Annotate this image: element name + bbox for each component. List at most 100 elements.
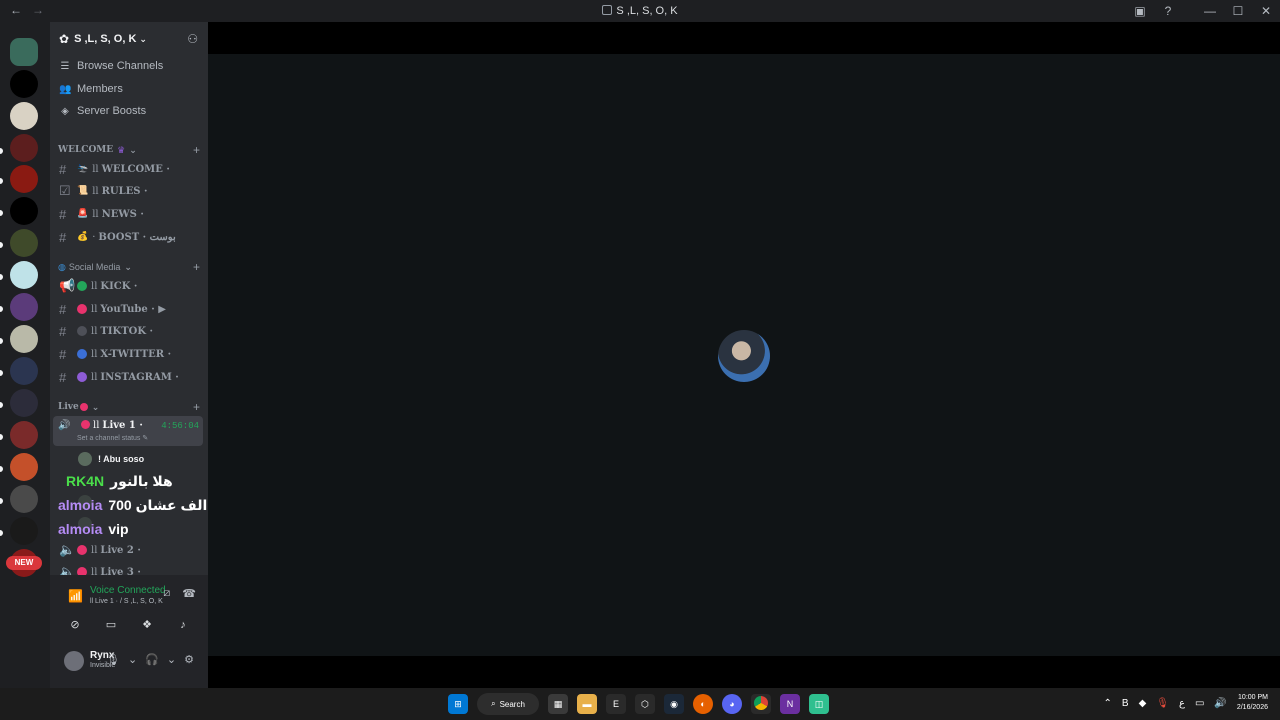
hash-icon: #: [59, 161, 67, 177]
channel-boost[interactable]: # 💰 · BOOST · بوست: [59, 228, 201, 246]
server-icon-13[interactable]: [10, 421, 38, 449]
channel-welcome[interactable]: # 🛬 ll WELCOME ·: [59, 160, 201, 178]
server-icon-6[interactable]: [10, 197, 38, 225]
category-social-media[interactable]: ◍ Social Media ⌄ +: [58, 260, 200, 274]
channel-tiktok[interactable]: # ll TIKTOK ·: [59, 322, 201, 340]
add-channel-icon[interactable]: +: [193, 260, 200, 274]
maximize-button[interactable]: ☐: [1224, 4, 1252, 18]
help-icon[interactable]: ?: [1154, 4, 1182, 18]
disconnect-icon[interactable]: ☎: [182, 587, 196, 600]
volume-icon[interactable]: 🔊: [1214, 698, 1226, 709]
server-icon-16[interactable]: [10, 517, 38, 545]
channel-emoji-icon: 🚨: [77, 209, 89, 219]
display-icon[interactable]: ▭: [1195, 698, 1204, 709]
gear-icon[interactable]: ⚙: [184, 653, 194, 666]
pencil-icon: ✎: [142, 435, 149, 442]
steam-icon[interactable]: ◉: [664, 694, 684, 714]
channel-instagram[interactable]: # ll INSTAGRAM ·: [59, 368, 201, 386]
inbox-icon[interactable]: ▣: [1126, 4, 1154, 18]
participant-avatar[interactable]: [718, 330, 770, 382]
channel-sidebar: ✿ S ,L, S, O, K ⌄ ⚇ ☰ Browse Channels 👥 …: [50, 22, 208, 688]
channel-kick[interactable]: 📢 ll KICK ·: [59, 277, 201, 295]
server-icon-4[interactable]: [10, 134, 38, 162]
screen-share-button[interactable]: ▭: [96, 615, 126, 635]
server-icon-12[interactable]: [10, 389, 38, 417]
clock[interactable]: 10:00 PM 2/16/2026: [1237, 693, 1268, 713]
boost-icon: ◈: [61, 105, 69, 117]
epic-games-icon[interactable]: E: [606, 694, 626, 714]
channel-emoji-icon: 💰: [77, 232, 89, 242]
windows-start-icon[interactable]: ⊞: [448, 694, 468, 714]
server-icon-8[interactable]: [10, 261, 38, 289]
voice-channel-live-1[interactable]: 🔊 ll Live 1 · 4:56:04 Set a channel statu…: [53, 416, 203, 446]
category-live[interactable]: Live ⌄ +: [58, 400, 200, 414]
server-boosts-item[interactable]: ◈ Server Boosts: [59, 102, 146, 120]
channel-youtube[interactable]: # ll YouTube · ▶: [59, 300, 201, 318]
voice-connected-title[interactable]: Voice Connected: [90, 585, 166, 596]
browse-channels-item[interactable]: ☰ Browse Channels: [59, 57, 164, 75]
firefox-icon[interactable]: ◐: [693, 694, 713, 714]
members-item[interactable]: 👥 Members: [59, 80, 123, 98]
invite-people-icon[interactable]: ⚇: [187, 32, 198, 46]
chevron-up-icon[interactable]: ⌃: [1104, 698, 1112, 709]
soundboard-button[interactable]: ♪: [168, 615, 198, 635]
chevron-down-icon[interactable]: ⌄: [128, 653, 137, 666]
server-icon-14[interactable]: [10, 453, 38, 481]
server-icon-9[interactable]: [10, 293, 38, 321]
hash-icon: #: [59, 369, 67, 385]
channel-rules[interactable]: ☑ 📜 ll RULES ·: [59, 182, 201, 200]
channel-label: INSTAGRAM ·: [100, 371, 179, 383]
chrome-icon[interactable]: [751, 694, 771, 714]
signal-icon[interactable]: 📶: [68, 589, 83, 603]
camera-off-button[interactable]: ⊘: [60, 615, 90, 635]
status-dot: [77, 545, 87, 555]
category-welcome[interactable]: WELCOME ♛ ⌄ +: [58, 143, 200, 157]
server-icon-3[interactable]: [10, 102, 38, 130]
headphones-icon[interactable]: 🎧: [145, 653, 159, 666]
unread-pill: [0, 338, 3, 344]
b-app-icon[interactable]: B: [1122, 698, 1129, 709]
unread-pill: [0, 498, 3, 504]
voice-member[interactable]: ! Abu soso: [78, 451, 144, 467]
server-icon-5[interactable]: [10, 165, 38, 193]
server-icon-10[interactable]: [10, 325, 38, 353]
language-indicator[interactable]: ع: [1179, 698, 1185, 709]
taskbar-search[interactable]: ⌕ Search: [477, 693, 539, 715]
server-icon-home[interactable]: [10, 38, 38, 66]
channel-emoji-icon: 📜: [77, 186, 89, 196]
channel-status[interactable]: Set a channel status ✎: [77, 434, 148, 442]
channel-label: KICK ·: [100, 280, 138, 292]
microphone-icon[interactable]: 🎙: [1156, 698, 1169, 709]
channel-prefix: ·: [92, 231, 96, 243]
server-icon-15[interactable]: [10, 485, 38, 513]
overlay-chat-line: RK4N هلا بالنور: [66, 473, 173, 490]
server-header[interactable]: ✿ S ,L, S, O, K ⌄ ⚇: [50, 22, 208, 56]
close-button[interactable]: ✕: [1252, 4, 1280, 18]
channel-live-2[interactable]: 🔈 ll Live 2 ·: [59, 541, 201, 559]
add-channel-icon[interactable]: +: [193, 143, 200, 157]
chevron-down-icon[interactable]: ⌄: [167, 653, 176, 666]
store-icon[interactable]: ▦: [548, 694, 568, 714]
voice-channel-name: ll Live 1 ·: [93, 420, 143, 431]
chat-app-icon[interactable]: ◫: [809, 694, 829, 714]
unread-pill: [0, 402, 3, 408]
discord-icon[interactable]: ◕: [722, 694, 742, 714]
minimize-button[interactable]: —: [1196, 4, 1224, 18]
microphone-icon[interactable]: 🎙: [106, 653, 120, 666]
avatar[interactable]: [64, 651, 84, 671]
channel-news[interactable]: # 🚨 ll NEWS ·: [59, 205, 201, 223]
network-app-icon[interactable]: ◆: [1139, 698, 1147, 709]
next-app-icon[interactable]: N: [780, 694, 800, 714]
server-boosts-label: Server Boosts: [77, 105, 147, 117]
noise-suppression-icon[interactable]: ⧄: [163, 587, 170, 600]
server-icon-11[interactable]: [10, 357, 38, 385]
activities-button[interactable]: ❖: [132, 615, 162, 635]
cube-app-icon[interactable]: ⬡: [635, 694, 655, 714]
add-channel-icon[interactable]: +: [193, 400, 200, 414]
overlay-chat-message: vip: [108, 521, 129, 537]
channel-x-twitter[interactable]: # ll X-TWITTER ·: [59, 345, 201, 363]
voice-connected-subtitle[interactable]: ll Live 1 · / S ,L, S, O, K: [90, 598, 163, 605]
server-icon-7[interactable]: [10, 229, 38, 257]
file-explorer-icon[interactable]: ▬: [577, 694, 597, 714]
server-icon-2[interactable]: [10, 70, 38, 98]
